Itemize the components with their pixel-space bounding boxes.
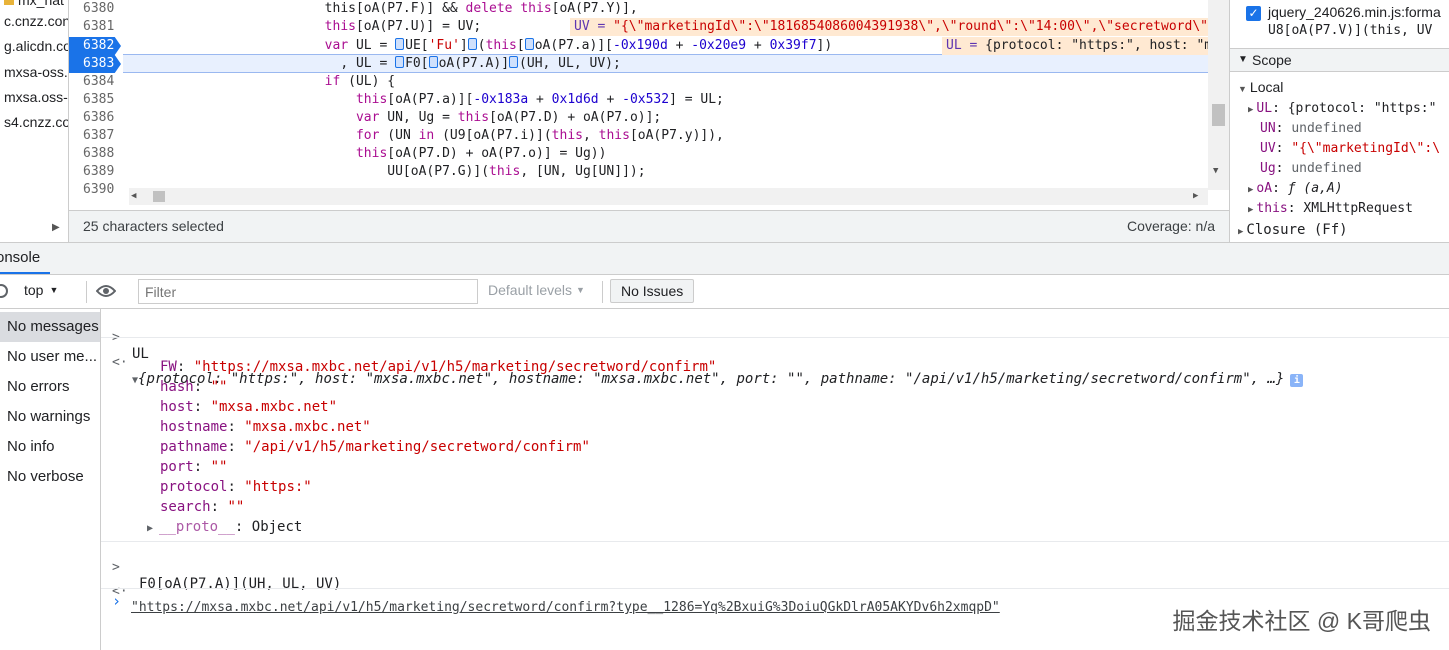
nav-item-cnzz[interactable]: c.cnzz.con [4,13,68,29]
collapse-icon: ▼ [1238,54,1248,65]
scope-local-header[interactable]: ▼ Local [1238,77,1283,97]
divider [101,588,1449,589]
expand-right-icon[interactable]: ▶ [52,222,60,233]
nav-item-s4-cnzz[interactable]: s4.cnzz.co [4,114,68,130]
line-number[interactable]: 6381 [69,18,121,36]
scroll-right-icon[interactable]: ▶ [1193,191,1198,201]
filter-input[interactable] [138,279,478,304]
tab-console[interactable]: onsole [0,249,40,266]
scroll-left-icon[interactable]: ◀ [131,191,136,201]
breakpoint-code: U8[oA(P7.V)](this, UV [1268,23,1433,38]
expand-icon: ▶ [1248,105,1254,115]
log-levels-dropdown[interactable]: Default levels ▼ [488,282,585,298]
scope-var[interactable]: Ug: undefined [1260,159,1362,179]
scope-var[interactable]: UV: "{\"marketingId\":\ [1260,139,1440,159]
line-number[interactable]: 6384 [69,73,121,91]
code-line: for (UN in (U9[oA(P7.i)](this, this[oA(P… [355,128,724,143]
nav-item-alicdn[interactable]: g.alicdn.co [4,38,68,54]
line-number[interactable]: 6390 [69,181,121,199]
result-chevron-icon: <· [112,355,128,370]
console-sidebar: No messages No user me... No errors No w… [0,309,101,650]
code-line: this[oA(P7.D) + oA(P7.o)] = Ug)) [355,146,607,161]
scope-var[interactable]: ▶ this: XMLHttpRequest [1248,199,1413,219]
code-line: var UN, Ug = this[oA(P7.D) + oA(P7.o)]; [355,110,662,125]
sidebar-item-warnings[interactable]: No warnings [0,402,100,432]
debugger-sidebar: ✓ jquery_240626.min.js:forma U8[oA(P7.V)… [1229,0,1449,242]
breakpoint-marker[interactable]: 6382 [69,37,121,55]
nav-item-mxsa-oss-2[interactable]: mxsa.oss- [4,89,68,105]
code-line-current: , UL = F0[oA(P7.A)] (UH, UL, UV); [129,56,621,71]
toolbar-divider [86,281,87,303]
line-number[interactable]: 6385 [69,91,121,109]
console-toolbar: top▼ Default levels▼ No Issues [0,275,1449,309]
toolbar-divider [602,281,603,303]
sidebar-item-errors[interactable]: No errors [0,372,100,402]
code-line: this[oA(P7.F)] && delete this[oA(P7.Y)], [129,1,638,16]
code-line: var UL = UE['Fu'] (this[oA(P7.a)][-0x190d… [324,38,833,53]
sidebar-item-info[interactable]: No info [0,432,100,462]
code-line: this[oA(P7.U)] = UV; [324,19,482,34]
inline-value-uv: UV = "{\"marketingId\":\"181685408600439… [570,18,1229,36]
line-gutter: 6380 6381 6382 6383 6384 6385 6386 6387 … [69,0,121,197]
scope-var[interactable]: ▶ UL: {protocol: "https:" [1248,99,1436,119]
sources-panel: mx_nat c.cnzz.con g.alicdn.co mxsa-oss. … [0,0,1449,242]
dropdown-caret-icon: ▼ [576,285,585,295]
line-number[interactable]: 6380 [69,0,121,18]
file-navigator: mx_nat c.cnzz.con g.alicdn.co mxsa-oss. … [0,0,69,242]
line-number[interactable]: 6388 [69,145,121,163]
nav-item-mxsa-oss[interactable]: mxsa-oss. [4,64,68,80]
nav-item-file[interactable]: mx_nat [4,0,64,8]
breakpoint-file: jquery_240626.min.js:forma [1268,4,1441,20]
collapse-icon: ▼ [1238,84,1247,94]
line-number[interactable]: 6389 [69,163,121,181]
live-expression-eye-icon[interactable] [96,284,116,298]
coverage-status: Coverage: n/a [1127,218,1215,234]
scope-section-header[interactable]: ▼ Scope [1230,48,1449,72]
breakpoint-checkbox[interactable]: ✓ [1246,6,1261,21]
divider [101,337,1449,338]
line-number[interactable]: 6386 [69,109,121,127]
divider [101,541,1449,542]
editor-status-bar: 25 characters selected Coverage: n/a [69,210,1229,242]
selection-status: 25 characters selected [83,218,224,234]
line-number[interactable]: 6387 [69,127,121,145]
context-selector[interactable]: top ▼ [24,282,58,298]
sidebar-item-verbose[interactable]: No verbose [0,462,100,492]
info-icon[interactable]: i [1290,374,1304,387]
scope-var[interactable]: UN: undefined [1260,119,1362,139]
sidebar-item-messages[interactable]: No messages [0,312,100,342]
dropdown-caret-icon: ▼ [49,285,59,295]
code-line: UU[oA(P7.G)](this, [UN, Ug[UN]]); [129,164,646,179]
breakpoint-marker[interactable]: 6383 [69,55,121,73]
issues-button[interactable]: No Issues [610,279,695,303]
scroll-thumb[interactable] [153,191,165,202]
expand-icon: ▶ [1238,227,1244,237]
code-line: this[oA(P7.a)][-0x183a + 0x1d6d + -0x532… [355,92,724,107]
scope-var[interactable]: ▶ oA: ƒ (a,A) [1248,179,1343,199]
scope-closure-header[interactable]: ▶ Closure (Ff) [1238,220,1348,240]
vertical-scrollbar[interactable]: ▼ [1208,0,1229,190]
console-output: > UL <· ▼{protocol: "https:", host: "mxs… [101,309,1449,650]
scroll-thumb[interactable] [1212,104,1225,126]
expand-icon: ▶ [1248,185,1254,195]
watermark: 掘金技术社区 @ K哥爬虫 [1172,608,1431,634]
clear-console-icon[interactable] [0,284,8,298]
expand-icon: ▶ [147,523,160,534]
breakpoint-entry[interactable]: ✓ jquery_240626.min.js:forma U8[oA(P7.V)… [1230,0,1449,46]
drawer-tabbar: onsole [0,242,1449,275]
inline-value-ul: UL = {protocol: "https:", host: "mxsa.mx [942,37,1229,55]
sidebar-item-user-messages[interactable]: No user me... [0,342,100,372]
expand-icon: ▶ [1248,205,1254,215]
code-editor[interactable]: 6380 6381 6382 6383 6384 6385 6386 6387 … [69,0,1229,210]
horizontal-scrollbar[interactable]: ◀ ▶ [129,188,1208,205]
scroll-down-icon[interactable]: ▼ [1213,166,1218,176]
code-line: if (UL) { [324,74,396,89]
active-tab-indicator [0,272,50,274]
console-prompt[interactable]: › [112,592,121,610]
